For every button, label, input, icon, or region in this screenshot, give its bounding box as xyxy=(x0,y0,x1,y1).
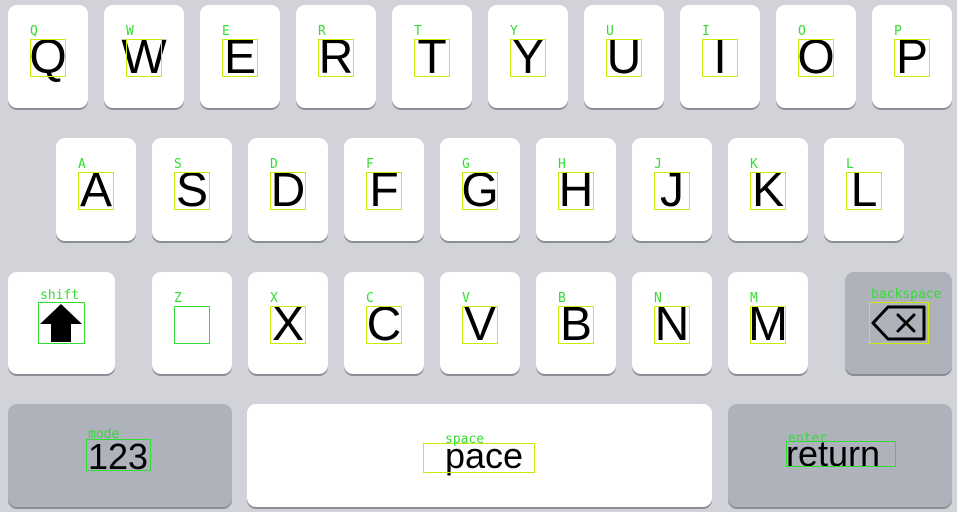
key-glyph-box xyxy=(846,172,882,210)
key-glyph-box xyxy=(462,306,498,344)
key-y[interactable]: YY xyxy=(488,5,568,108)
key-glyph-box xyxy=(174,172,210,210)
shift-glyph-box xyxy=(38,302,85,344)
key-glyph-box xyxy=(462,172,498,210)
key-glyph-box xyxy=(606,39,642,77)
backspace-glyph-box xyxy=(869,302,929,344)
key-j[interactable]: JJ xyxy=(632,138,712,241)
key-glyph-box xyxy=(30,39,66,77)
key-glyph-box xyxy=(318,39,354,77)
key-glyph-box xyxy=(126,39,162,77)
shift-tag: shift xyxy=(40,288,80,303)
key-l[interactable]: LL xyxy=(824,138,904,241)
key-c[interactable]: CC xyxy=(344,272,424,374)
key-p[interactable]: PP xyxy=(872,5,952,108)
key-z[interactable]: Z xyxy=(152,272,232,374)
backspace-key[interactable]: backspace xyxy=(845,272,952,374)
mode-glyph-box xyxy=(86,439,151,471)
key-glyph-box xyxy=(222,39,258,77)
key-glyph-box xyxy=(510,39,546,77)
key-h[interactable]: HH xyxy=(536,138,616,241)
key-tag: I xyxy=(702,24,710,39)
key-m[interactable]: MM xyxy=(728,272,808,374)
key-e[interactable]: EE xyxy=(200,5,280,108)
key-q[interactable]: QQ xyxy=(8,5,88,108)
key-glyph-box xyxy=(558,172,594,210)
key-b[interactable]: BB xyxy=(536,272,616,374)
key-n[interactable]: NN xyxy=(632,272,712,374)
key-glyph-box xyxy=(366,306,402,344)
key-i[interactable]: II xyxy=(680,5,760,108)
key-t[interactable]: TT xyxy=(392,5,472,108)
enter-tag: enter xyxy=(788,431,828,446)
key-glyph-box xyxy=(414,39,450,77)
key-v[interactable]: VV xyxy=(440,272,520,374)
space-key[interactable]: pace space xyxy=(247,404,712,507)
key-x[interactable]: XX xyxy=(248,272,328,374)
key-glyph-box xyxy=(366,172,402,210)
enter-key[interactable]: return enter xyxy=(728,404,952,507)
key-o[interactable]: OO xyxy=(776,5,856,108)
key-glyph-box xyxy=(270,306,306,344)
key-glyph-box xyxy=(558,306,594,344)
mode-key[interactable]: 123 mode xyxy=(8,404,232,507)
space-tag: space xyxy=(445,432,485,447)
key-glyph-box xyxy=(894,39,930,77)
key-glyph-box xyxy=(270,172,306,210)
key-u[interactable]: UU xyxy=(584,5,664,108)
key-glyph-box xyxy=(174,306,210,344)
key-r[interactable]: RR xyxy=(296,5,376,108)
key-glyph-box xyxy=(654,306,690,344)
key-g[interactable]: GG xyxy=(440,138,520,241)
key-glyph-box xyxy=(702,39,738,77)
key-d[interactable]: DD xyxy=(248,138,328,241)
key-tag: Z xyxy=(174,291,182,306)
shift-key[interactable]: shift xyxy=(8,272,115,374)
key-k[interactable]: KK xyxy=(728,138,808,241)
mode-tag: mode xyxy=(88,427,120,442)
key-f[interactable]: FF xyxy=(344,138,424,241)
key-glyph-box xyxy=(750,172,786,210)
key-glyph-box xyxy=(78,172,114,210)
key-s[interactable]: SS xyxy=(152,138,232,241)
key-glyph-box xyxy=(654,172,690,210)
keyboard: { "rows": [ [ {"id":"q","label":"Q","tag… xyxy=(0,0,957,512)
key-glyph-box xyxy=(798,39,834,77)
key-glyph-box xyxy=(750,306,786,344)
key-a[interactable]: AA xyxy=(56,138,136,241)
key-w[interactable]: WW xyxy=(104,5,184,108)
space-glyph-box xyxy=(423,443,535,473)
backspace-tag: backspace xyxy=(871,287,942,302)
